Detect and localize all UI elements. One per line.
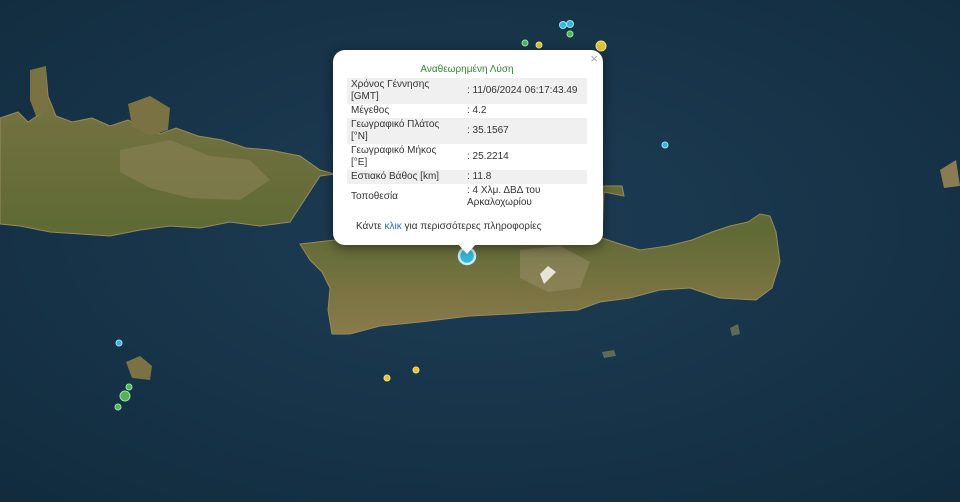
more-info-prefix: Κάντε [356,221,382,232]
earthquake-marker[interactable] [521,39,529,47]
origin-time-value: : 11/06/2024 06:17:43.49 [459,78,587,104]
longitude-label: Γεωγραφικό Μήκος [°E] [351,145,437,168]
earthquake-marker[interactable] [535,41,543,49]
earthquake-marker[interactable] [383,374,391,382]
table-row: Γεωγραφικό Μήκος [°E] : 25.2214 [347,144,587,170]
more-info-link[interactable]: κλικ [385,221,402,232]
earthquake-marker[interactable] [559,21,567,29]
earthquake-marker[interactable] [412,366,420,374]
depth-label: Εστιακό Βάθος [km] [347,170,459,184]
more-info-text: Κάντε κλικ για περισσότερες πληροφορίες [356,221,541,232]
table-row: Χρόνος Γέννησης [GMT] : 11/06/2024 06:17… [347,78,587,104]
table-row: Μέγεθος : 4.2 [347,104,587,118]
popup-title: Αναθεωρημένη Λύση [420,64,514,75]
magnitude-value: : 4.2 [467,105,487,116]
origin-time-label: Χρόνος Γέννησης [GMT] [347,78,459,104]
longitude-value: : 25.2214 [467,151,509,162]
map-view[interactable]: × Αναθεωρημένη Λύση Χρόνος Γέννησης [GMT… [0,0,960,502]
earthquake-details-table: Αναθεωρημένη Λύση Χρόνος Γέννησης [GMT] … [347,62,587,210]
table-row: Γεωγραφικό Πλάτος [°N] : 35.1567 [347,118,587,144]
magnitude-label: Μέγεθος [351,105,390,116]
close-icon[interactable]: × [590,52,598,66]
earthquake-info-popup: × Αναθεωρημένη Λύση Χρόνος Γέννησης [GMT… [333,50,603,254]
earthquake-marker[interactable] [114,403,122,411]
table-row: Εστιακό Βάθος [km] : 11.8 [347,170,587,184]
earthquake-marker[interactable] [125,383,133,391]
popup-tip [458,244,476,254]
earthquake-marker[interactable] [119,390,131,402]
earthquake-marker[interactable] [566,20,574,28]
location-value: : 4 Χλμ. ΔΒΔ του Αρκαλοχωρίου [467,185,541,208]
earthquake-marker[interactable] [566,30,574,38]
depth-value: : 11.8 [459,170,587,184]
latitude-value: : 35.1567 [459,118,587,144]
location-label: Τοποθεσία [351,191,398,202]
earthquake-marker[interactable] [115,339,123,347]
latitude-label: Γεωγραφικό Πλάτος [°N] [347,118,459,144]
earthquake-marker[interactable] [661,141,669,149]
earthquake-marker[interactable] [595,40,607,52]
table-row: Τοποθεσία : 4 Χλμ. ΔΒΔ του Αρκαλοχωρίου [347,184,587,210]
more-info-suffix: για περισσότερες πληροφορίες [404,221,542,232]
